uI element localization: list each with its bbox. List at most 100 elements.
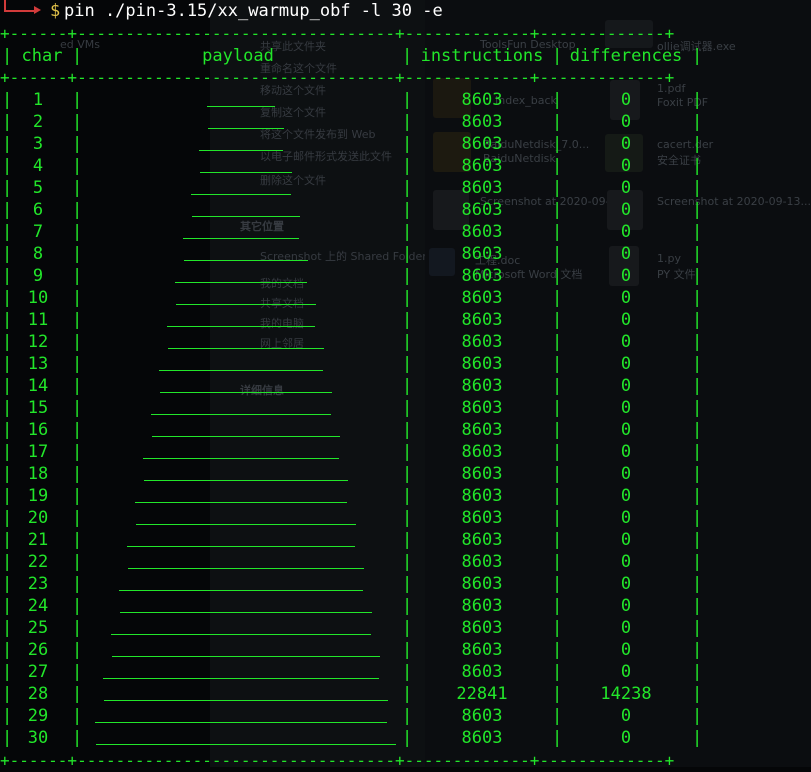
column-divider: | (72, 464, 83, 484)
column-divider: | (692, 574, 703, 594)
instructions-count-cell: 22841 (456, 684, 508, 704)
column-divider: | (2, 706, 13, 726)
column-divider: | (2, 90, 13, 110)
table-row: | 18 | | 8603 | 0 | (0, 463, 811, 485)
terminal-output[interactable]: $ pin ./pin-3.15/xx_warmup_obf -l 30 -e … (0, 0, 811, 770)
payload-underscore-string (160, 392, 332, 393)
column-divider: | (72, 266, 83, 286)
prompt-corner-glyph (4, 0, 36, 12)
column-divider: | (552, 486, 563, 506)
differences-cell: 0 (620, 244, 632, 264)
header-differences: differences (569, 46, 683, 66)
payload-underscore-string (120, 612, 372, 613)
column-divider: | (72, 706, 83, 726)
instructions-count-cell: 8603 (461, 486, 503, 506)
table-row: | 2 | | 8603 | 0 | (0, 111, 811, 133)
column-divider: | (2, 398, 13, 418)
differences-cell: 0 (620, 574, 632, 594)
column-divider: | (692, 420, 703, 440)
differences-cell: 0 (620, 178, 632, 198)
char-index-cell: 7 (32, 222, 44, 242)
char-index-cell: 17 (27, 442, 49, 462)
column-divider: | (72, 112, 83, 132)
table-row: | 21 | | 8603 | 0 | (0, 529, 811, 551)
differences-cell: 0 (620, 222, 632, 242)
table-row: | 7 | | 8603 | 0 | (0, 221, 811, 243)
char-index-cell: 6 (32, 200, 44, 220)
column-divider: | (2, 508, 13, 528)
differences-cell: 0 (620, 640, 632, 660)
instructions-count-cell: 8603 (461, 332, 503, 352)
char-index-cell: 24 (27, 596, 49, 616)
column-divider: | (402, 640, 413, 660)
payload-underscore-string (96, 744, 396, 745)
column-divider: | (402, 200, 413, 220)
column-divider: | (72, 178, 83, 198)
column-divider: | (692, 640, 703, 660)
payload-underscore-string (152, 436, 340, 437)
char-index-cell: 8 (32, 244, 44, 264)
column-divider: | (72, 310, 83, 330)
column-divider: | (692, 530, 703, 550)
payload-underscore-string (200, 172, 292, 173)
column-divider: | (402, 662, 413, 682)
column-divider: | (402, 46, 413, 66)
instructions-count-cell: 8603 (461, 244, 503, 264)
column-divider: | (2, 552, 13, 572)
column-divider: | (402, 706, 413, 726)
differences-cell: 0 (620, 90, 632, 110)
column-divider: | (692, 728, 703, 748)
payload-underscore-string (111, 634, 371, 635)
column-divider: | (692, 46, 703, 66)
column-divider: | (552, 266, 563, 286)
column-divider: | (402, 156, 413, 176)
instructions-count-cell: 8603 (461, 706, 503, 726)
column-divider: | (402, 310, 413, 330)
char-index-cell: 3 (32, 134, 44, 154)
column-divider: | (72, 530, 83, 550)
column-divider: | (692, 222, 703, 242)
prompt-arrow-icon (34, 6, 41, 14)
column-divider: | (402, 596, 413, 616)
differences-cell: 0 (620, 662, 632, 682)
column-divider: | (692, 552, 703, 572)
payload-underscore-string (176, 304, 316, 305)
instructions-count-cell: 8603 (461, 728, 503, 748)
table-border-bottom: +------+--------------------------------… (0, 751, 675, 770)
column-divider: | (72, 486, 83, 506)
column-divider: | (552, 310, 563, 330)
column-divider: | (72, 376, 83, 396)
payload-underscore-string (207, 106, 275, 107)
differences-cell: 0 (620, 134, 632, 154)
instructions-count-cell: 8603 (461, 618, 503, 638)
instructions-count-cell: 8603 (461, 288, 503, 308)
differences-cell: 0 (620, 420, 632, 440)
payload-underscore-string (128, 568, 364, 569)
column-divider: | (552, 640, 563, 660)
differences-cell: 0 (620, 596, 632, 616)
column-divider: | (692, 134, 703, 154)
column-divider: | (692, 442, 703, 462)
column-divider: | (402, 464, 413, 484)
column-divider: | (692, 354, 703, 374)
column-divider: | (72, 354, 83, 374)
column-divider: | (552, 530, 563, 550)
column-divider: | (2, 112, 13, 132)
column-divider: | (402, 684, 413, 704)
column-divider: | (72, 508, 83, 528)
column-divider: | (552, 684, 563, 704)
column-divider: | (402, 90, 413, 110)
column-divider: | (552, 728, 563, 748)
char-index-cell: 10 (27, 288, 49, 308)
column-divider: | (552, 156, 563, 176)
payload-underscore-string (135, 502, 347, 503)
column-divider: | (692, 90, 703, 110)
column-divider: | (2, 486, 13, 506)
column-divider: | (552, 332, 563, 352)
column-divider: | (2, 596, 13, 616)
table-row: | 3 | | 8603 | 0 | (0, 133, 811, 155)
column-divider: | (72, 684, 83, 704)
column-divider: | (692, 706, 703, 726)
column-divider: | (402, 376, 413, 396)
table-header-row: | char | payload | instructions | differ… (0, 45, 811, 67)
